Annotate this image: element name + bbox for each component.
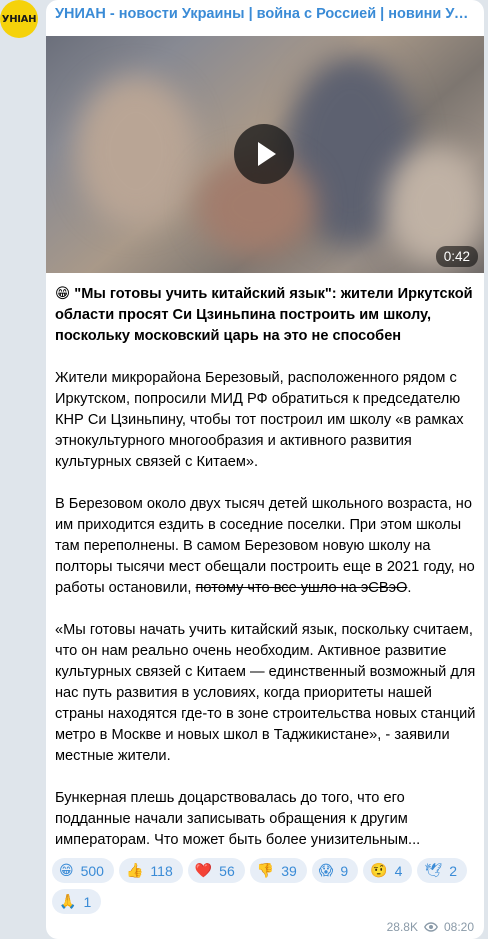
post-paragraph-4: Бункерная плешь доцарствовалась до того,… [55, 790, 421, 848]
scream-icon: 😱 [318, 862, 334, 879]
message-meta: 28.8K 08:20 [387, 920, 474, 934]
post-paragraph-2-end: . [407, 580, 412, 596]
channel-name[interactable]: УНИАН - новости Украины | война с Россие… [55, 6, 475, 22]
reaction-count: 1 [83, 893, 92, 910]
video-duration: 0:42 [435, 246, 478, 267]
view-count: 28.8K [386, 920, 418, 934]
reaction-scream[interactable]: 😱 9 [311, 858, 359, 883]
reaction-thumbs-down[interactable]: 👎 39 [249, 858, 307, 883]
grin-emoji-icon: 😁 [59, 862, 74, 879]
post-paragraph-3: «Мы готовы начать учить китайский язык, … [55, 622, 476, 764]
post-title-text: "Мы готовы учить китайский язык": жители… [55, 286, 473, 344]
channel-avatar[interactable]: УНІАН [0, 0, 38, 38]
video-player[interactable]: 0:42 [46, 36, 484, 273]
dove-icon: 🕊 [424, 862, 443, 879]
video-thumbnail-blur [76, 76, 196, 226]
reaction-heart[interactable]: ❤️ 56 [187, 858, 245, 883]
post-paragraph-2: В Березовом около двух тысяч детей школь… [55, 494, 477, 599]
message-bubble: УНИАН - новости Украины | война с Россие… [46, 0, 484, 939]
reaction-raised-eyebrow[interactable]: 🤨 4 [363, 858, 413, 883]
reaction-dove[interactable]: 🕊 2 [417, 858, 467, 883]
reaction-count: 56 [219, 862, 235, 879]
thumbs-up-icon: 👍 [125, 862, 144, 879]
reaction-count: 500 [80, 862, 104, 879]
post-title: 😁 "Мы готовы учить китайский язык": жите… [55, 283, 477, 347]
reaction-grin[interactable]: 😁 500 [52, 858, 114, 883]
eye-icon [424, 922, 438, 932]
channel-logo: УНІАН [1, 13, 37, 25]
reactions-bar: 😁 500 👍 118 ❤️ 56 👎 39 😱 9 🤨 4 🕊 2 🙏 1 [52, 858, 482, 914]
reaction-count: 2 [449, 862, 457, 879]
thumbs-down-icon: 👎 [256, 862, 275, 879]
pray-icon: 🙏 [59, 893, 77, 910]
post-text: 😁 "Мы готовы учить китайский язык": жите… [55, 283, 477, 872]
play-icon[interactable] [234, 124, 294, 184]
post-paragraph-1: Жители микрорайона Березовый, расположен… [55, 370, 464, 470]
grin-emoji-icon: 😁 [55, 285, 71, 302]
reaction-count: 4 [394, 862, 403, 879]
reaction-thumbs-up[interactable]: 👍 118 [118, 858, 183, 883]
reaction-count: 9 [340, 862, 349, 879]
heart-icon: ❤️ [194, 862, 213, 879]
reaction-pray[interactable]: 🙏 1 [52, 889, 102, 914]
reaction-count: 118 [150, 862, 173, 879]
strikethrough-text: потому что все ушло на эСВэО [195, 580, 408, 596]
message-time: 08:20 [443, 920, 474, 934]
raised-eyebrow-icon: 🤨 [370, 862, 388, 879]
reaction-count: 39 [281, 862, 297, 879]
